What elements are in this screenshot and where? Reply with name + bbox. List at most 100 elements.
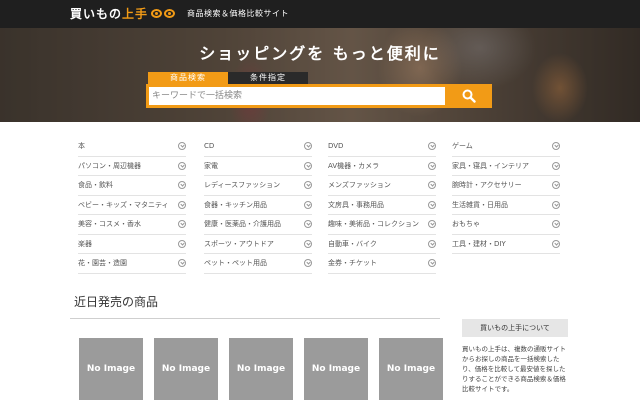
tab-advanced-search[interactable]: 条件指定 [228, 72, 308, 84]
category-column: 本パソコン・周辺機器 食品・飲料ベビー・キッズ・マタニティ 美容・コスメ・香水 楽器花… [78, 137, 186, 274]
chevron-down-icon [304, 220, 312, 229]
category-label: パソコン・周辺機器 [78, 161, 141, 170]
chevron-down-icon [428, 259, 436, 268]
category-label: 食器・キッチン用品 [204, 200, 267, 209]
category-item[interactable]: 家電 [204, 157, 312, 176]
product-placeholder[interactable]: No Image [79, 338, 143, 400]
category-item[interactable]: 食品・飲料 [78, 176, 186, 196]
category-label: 花・園芸・造園 [78, 259, 127, 268]
category-label: ペット・ペット用品 [204, 259, 267, 268]
category-label: 趣味・美術品・コレクション [328, 220, 419, 229]
category-label: 家電 [204, 161, 218, 170]
site-tagline: 商品検索＆価格比較サイト [187, 9, 290, 18]
site-logo[interactable]: 買いもの上手 商品検索＆価格比較サイト [70, 5, 289, 22]
category-item[interactable]: 健康・医薬品・介護用品 [204, 215, 312, 235]
category-column: ゲーム家具・寝具・インテリア 腕時計・アクセサリー 生活雑貨・日用品 おもちゃ工具・建… [452, 137, 560, 254]
chevron-down-icon [304, 200, 312, 209]
category-item[interactable]: 金券・チケット [328, 254, 436, 274]
category-label: メンズファッション [328, 181, 391, 190]
hero-headline: ショッピングを もっと便利に [199, 44, 441, 63]
chevron-down-icon [304, 161, 312, 170]
category-label: 家具・寝具・インテリア [452, 161, 529, 170]
category-item[interactable]: 楽器 [78, 235, 186, 254]
chevron-down-icon [428, 142, 436, 151]
search-box [146, 84, 492, 108]
category-item[interactable]: CD [204, 137, 312, 157]
category-item[interactable]: ベビー・キッズ・マタニティ [78, 196, 186, 215]
chevron-down-icon [304, 181, 312, 190]
category-item[interactable]: ペット・ペット用品 [204, 254, 312, 274]
category-label: ゲーム [452, 142, 473, 151]
category-label: AV機器・カメラ [328, 161, 380, 170]
category-label: 金券・チケット [328, 259, 377, 268]
chevron-down-icon [552, 200, 560, 209]
category-label: DVD [328, 142, 344, 151]
category-item[interactable]: 趣味・美術品・コレクション [328, 215, 436, 235]
category-item[interactable]: 家具・寝具・インテリア [452, 157, 560, 176]
product-placeholder[interactable]: No Image [379, 338, 443, 400]
category-item[interactable]: 美容・コスメ・香水 [78, 215, 186, 235]
category-item[interactable]: レディースファッション [204, 176, 312, 196]
category-label: 楽器 [78, 239, 92, 248]
logo-text: 買いもの上手 [70, 7, 149, 21]
category-label: 健康・医薬品・介護用品 [204, 220, 281, 229]
search-tabs: 商品検索 条件指定 [148, 72, 308, 84]
category-label: おもちゃ [452, 220, 480, 229]
category-label: 美容・コスメ・香水 [78, 220, 141, 229]
about-title: 買いもの上手について [462, 319, 568, 337]
category-column: CD 家電レディースファッション 食器・キッチン用品健康・医薬品・介護用品スポーツ・… [204, 137, 312, 274]
section-divider [70, 318, 440, 319]
category-label: CD [204, 142, 215, 151]
search-input[interactable] [149, 87, 445, 105]
category-item[interactable]: 腕時計・アクセサリー [452, 176, 560, 196]
chevron-down-icon [552, 239, 560, 248]
product-placeholder[interactable]: No Image [229, 338, 293, 400]
category-item[interactable]: おもちゃ [452, 215, 560, 235]
category-label: 自動車・バイク [328, 239, 377, 248]
category-label: 食品・飲料 [78, 181, 113, 190]
hero-banner: ショッピングを もっと便利に 商品検索 条件指定 [0, 28, 640, 122]
category-item[interactable]: AV機器・カメラ [328, 157, 436, 176]
category-item[interactable]: 文房具・事務用品 [328, 196, 436, 215]
category-column: DVD AV機器・カメラメンズファッション 文房具・事務用品趣味・美術品・コレクショ… [328, 137, 436, 274]
chevron-down-icon [178, 200, 186, 209]
chevron-down-icon [178, 220, 186, 229]
chevron-down-icon [178, 142, 186, 151]
category-item[interactable]: 工具・建材・DIY [452, 235, 560, 254]
category-label: レディースファッション [204, 181, 281, 190]
category-item[interactable]: 本 [78, 137, 186, 157]
chevron-down-icon [178, 161, 186, 170]
tab-product-search[interactable]: 商品検索 [148, 72, 228, 84]
chevron-down-icon [552, 220, 560, 229]
category-item[interactable]: メンズファッション [328, 176, 436, 196]
category-item[interactable]: 生活雑貨・日用品 [452, 196, 560, 215]
about-body: 買いもの上手は、複数の通販サイトからお探しの商品を一括検索したり、価格を比較して… [462, 345, 566, 393]
chevron-down-icon [304, 259, 312, 268]
chevron-down-icon [428, 239, 436, 248]
category-item[interactable]: DVD [328, 137, 436, 157]
category-item[interactable]: 食器・キッチン用品 [204, 196, 312, 215]
category-item[interactable]: スポーツ・アウトドア [204, 235, 312, 254]
chevron-down-icon [552, 181, 560, 190]
category-label: 本 [78, 142, 85, 151]
chevron-down-icon [428, 181, 436, 190]
search-button[interactable] [446, 84, 492, 108]
product-placeholder[interactable]: No Image [154, 338, 218, 400]
chevron-down-icon [428, 220, 436, 229]
chevron-down-icon [304, 142, 312, 151]
category-label: 腕時計・アクセサリー [452, 181, 522, 190]
product-placeholder[interactable]: No Image [304, 338, 368, 400]
chevron-down-icon [552, 161, 560, 170]
upcoming-title: 近日発売の商品 [74, 295, 159, 309]
chevron-down-icon [178, 239, 186, 248]
chevron-down-icon [428, 161, 436, 170]
category-item[interactable]: 花・園芸・造園 [78, 254, 186, 274]
category-label: 生活雑貨・日用品 [452, 200, 508, 209]
category-item[interactable]: 自動車・バイク [328, 235, 436, 254]
top-bar: 買いもの上手 商品検索＆価格比較サイト [0, 0, 640, 28]
chevron-down-icon [178, 181, 186, 190]
category-label: 文房具・事務用品 [328, 200, 384, 209]
category-label: ベビー・キッズ・マタニティ [78, 200, 169, 209]
category-item[interactable]: パソコン・周辺機器 [78, 157, 186, 176]
category-item[interactable]: ゲーム [452, 137, 560, 157]
